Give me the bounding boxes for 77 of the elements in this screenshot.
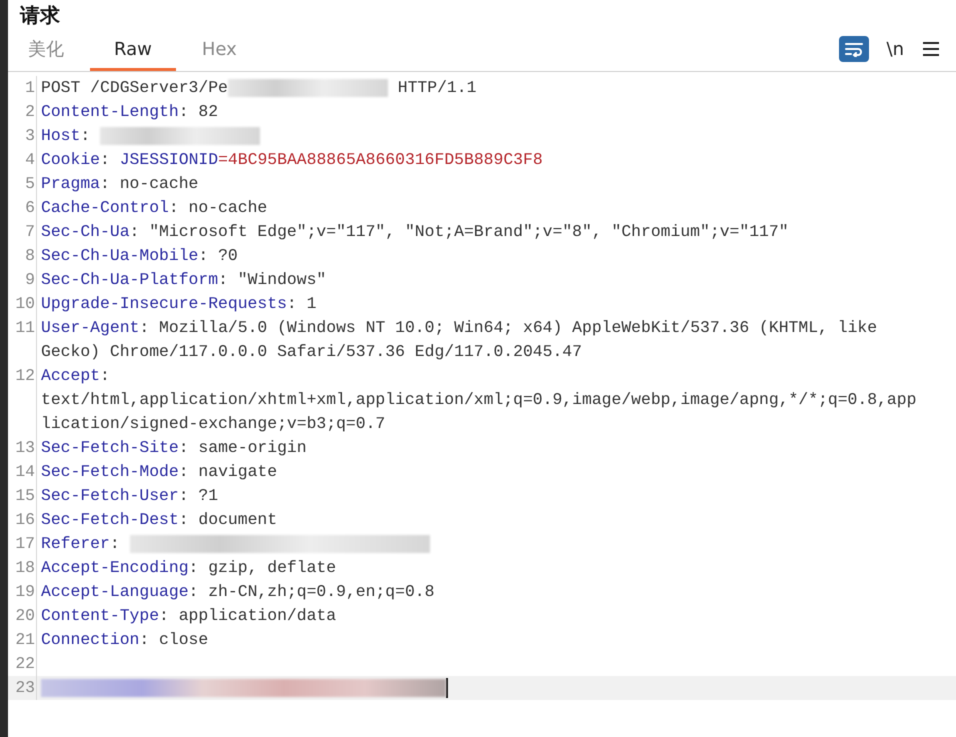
- header-name: Sec-Fetch-Dest: [41, 510, 179, 529]
- cookie-value: =4BC95BAA88865A8660316FD5B889C3F8: [218, 150, 543, 169]
- header-text: :: [100, 366, 110, 385]
- header-name: Cache-Control: [41, 198, 169, 217]
- header-name: Accept: [41, 366, 100, 385]
- panel-title: 请求: [18, 2, 60, 29]
- header-text: : ?0: [198, 246, 238, 265]
- line-number: 17: [8, 532, 37, 556]
- header-text: : navigate: [178, 462, 278, 481]
- header-text: : application/data: [159, 606, 336, 625]
- header-text: : 1: [286, 294, 316, 313]
- wrap-lines-icon[interactable]: [838, 36, 869, 62]
- header-name: Sec-Ch-Ua-Platform: [41, 270, 218, 289]
- header-text: : document: [178, 510, 278, 529]
- line-number: 13: [8, 436, 37, 460]
- header-text: : "Microsoft Edge";v="117", "Not;A=Brand";v="8", "Chromium";v="117": [130, 222, 789, 241]
- header-name: Sec-Ch-Ua-Mobile: [41, 246, 198, 265]
- header-name: Cookie: [41, 150, 100, 169]
- header-text: : no-cache: [100, 174, 198, 193]
- tab[interactable]: 美化: [12, 31, 80, 71]
- line-number: 14: [8, 460, 37, 484]
- header-text: : close: [139, 630, 208, 649]
- line-number: 23: [8, 676, 37, 700]
- header-text: : same-origin: [178, 438, 307, 457]
- header-name: Connection: [41, 630, 140, 649]
- header-text: : Mozilla/5.0 (Windows NT 10.0; Win64; x64) AppleWebKit/537.36 (KHTML, like: [139, 318, 878, 337]
- line-number: 21: [8, 628, 37, 652]
- line-number: 20: [8, 604, 37, 628]
- tab[interactable]: Hex: [186, 31, 253, 71]
- line-number: 7: [8, 220, 37, 244]
- header-name: Content-Length: [41, 102, 179, 121]
- header-name: Sec-Fetch-User: [41, 486, 179, 505]
- header-name: Sec-Fetch-Site: [41, 438, 179, 457]
- header-text: : zh-CN,zh;q=0.9,en;q=0.8: [188, 582, 434, 601]
- newline-toggle[interactable]: \n: [882, 38, 908, 60]
- tab[interactable]: Raw: [90, 31, 176, 71]
- header-text: POST /CDGServer3/Pe: [41, 78, 228, 97]
- header-name: User-Agent: [41, 318, 140, 337]
- line-number: 18: [8, 556, 37, 580]
- text-cursor: [446, 678, 448, 698]
- line-number: 12: [8, 364, 37, 388]
- line-number: 1: [8, 76, 37, 100]
- header-text: : 82: [178, 102, 218, 121]
- header-text: :: [110, 534, 121, 553]
- line-number: 8: [8, 244, 37, 268]
- header-name: JSESSIONID: [120, 150, 218, 169]
- line-number: 16: [8, 508, 37, 532]
- line-number: 11: [8, 316, 37, 340]
- header-name: Upgrade-Insecure-Requests: [41, 294, 287, 313]
- line-number: 4: [8, 148, 37, 172]
- header-name: Pragma: [41, 174, 100, 193]
- menu-icon[interactable]: [922, 41, 940, 57]
- header-name: Host: [41, 126, 80, 145]
- line-number: 6: [8, 196, 37, 220]
- header-text: text/html,application/xhtml+xml,application/xml;q=0.9,image/webp,image/apng,*/*;q=0.8,app: [41, 390, 916, 409]
- header-text: : ?1: [178, 486, 218, 505]
- header-text: Gecko) Chrome/117.0.0.0 Safari/537.36 Edg/117.0.2045.47: [41, 342, 582, 361]
- line-number: 2: [8, 100, 37, 124]
- header-text: : "Windows": [218, 270, 326, 289]
- header-text: lication/signed-exchange;v=b3;q=0.7: [41, 414, 386, 433]
- line-number: 9: [8, 268, 37, 292]
- line-number: 5: [8, 172, 37, 196]
- header-name: Accept-Encoding: [41, 558, 189, 577]
- header-name: Content-Type: [41, 606, 160, 625]
- header-text: : gzip, deflate: [188, 558, 336, 577]
- header-name: Sec-Ch-Ua: [41, 222, 130, 241]
- header-name: Sec-Fetch-Mode: [41, 462, 179, 481]
- header-name: Accept-Language: [41, 582, 189, 601]
- header-name: Referer: [41, 534, 110, 553]
- header-text: :: [100, 150, 111, 169]
- header-text: :: [80, 126, 92, 145]
- line-number: 15: [8, 484, 37, 508]
- line-number: 10: [8, 292, 37, 316]
- header-text: : no-cache: [168, 198, 268, 217]
- header-text: HTTP/1.1: [396, 78, 476, 97]
- line-number: 3: [8, 124, 37, 148]
- line-number: 19: [8, 580, 37, 604]
